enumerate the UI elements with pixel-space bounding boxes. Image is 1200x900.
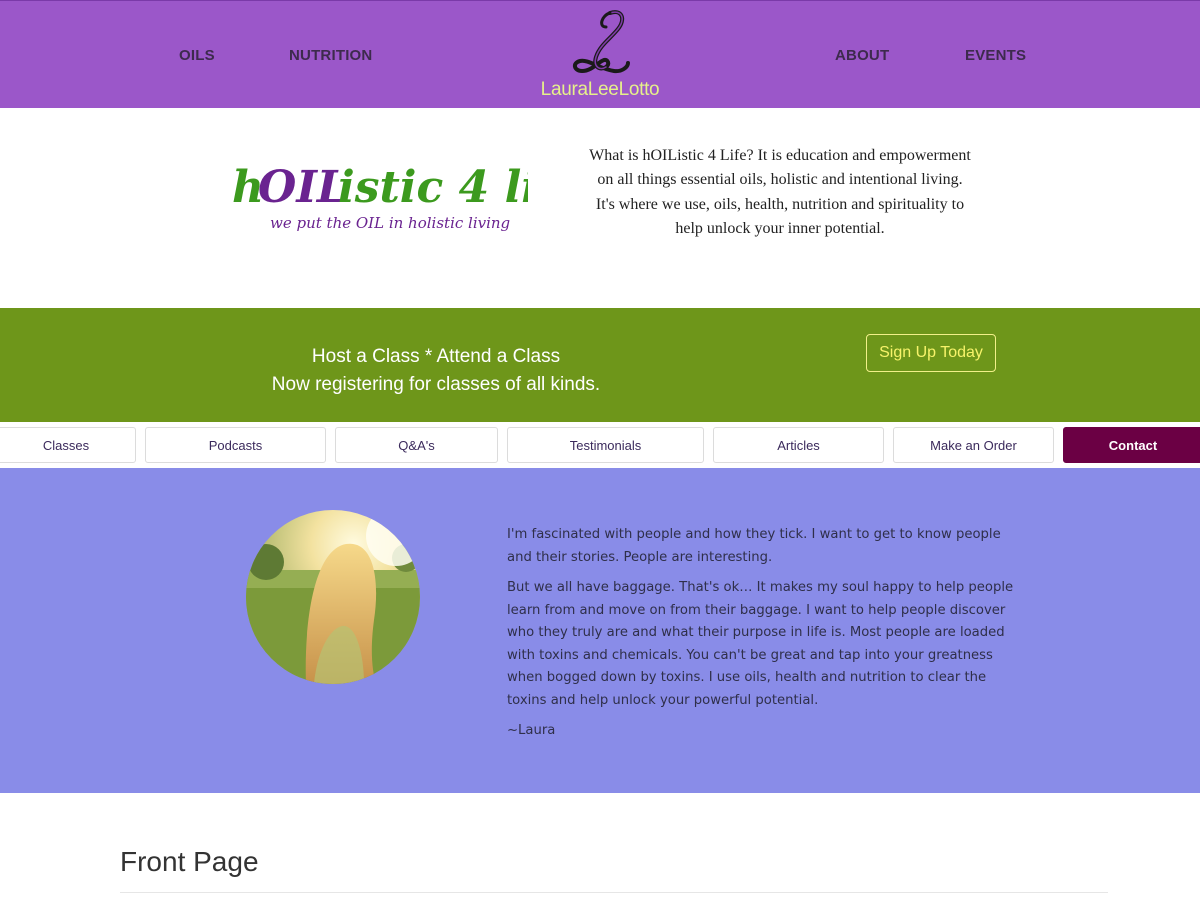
- tab-classes[interactable]: Classes: [0, 427, 136, 463]
- front-page-title: Front Page: [120, 846, 259, 877]
- nav-nutrition[interactable]: NUTRITION: [289, 47, 372, 64]
- about-paragraph-2: But we all have baggage. That's ok… It m…: [507, 580, 1014, 708]
- about-section: I'm fascinated with people and how they …: [0, 468, 1200, 793]
- intro-section: h OIL istic 4 life we put the OIL in hol…: [0, 108, 1200, 308]
- tab-qas[interactable]: Q&A's: [335, 427, 498, 463]
- tab-contact[interactable]: Contact: [1063, 427, 1200, 463]
- about-text: I'm fascinated with people and how they …: [507, 524, 1017, 751]
- about-paragraph-1: I'm fascinated with people and how they …: [507, 527, 1001, 565]
- intro-description: What is hOIListic 4 Life? It is educatio…: [589, 147, 971, 238]
- promo-banner: Host a Class * Attend a Class Now regist…: [0, 308, 1200, 422]
- site-logo-text[interactable]: LauraLeeLotto: [520, 79, 680, 101]
- tab-make-an-order[interactable]: Make an Order: [893, 427, 1054, 463]
- about-signature: ~Laura: [507, 723, 556, 738]
- sign-up-button[interactable]: Sign Up Today: [866, 334, 996, 372]
- svg-text:istic 4 life: istic 4 life: [338, 162, 528, 213]
- profile-photo: [246, 510, 420, 684]
- logo-l-icon[interactable]: [566, 5, 636, 81]
- svg-text:we put the OIL in holistic liv: we put the OIL in holistic living: [270, 214, 510, 232]
- promo-text: Host a Class * Attend a Class Now regist…: [220, 343, 652, 399]
- svg-text:OIL: OIL: [258, 162, 348, 213]
- nav-oils[interactable]: OILS: [179, 47, 215, 64]
- tab-articles[interactable]: Articles: [713, 427, 884, 463]
- promo-line-1: Host a Class * Attend a Class: [311, 346, 561, 367]
- nav-about[interactable]: ABOUT: [835, 47, 889, 64]
- tab-podcasts[interactable]: Podcasts: [145, 427, 326, 463]
- site-header: OILS NUTRITION LauraLeeLotto ABOUT EVENT…: [0, 0, 1200, 108]
- section-tabs: Classes Podcasts Q&A's Testimonials Arti…: [0, 422, 1200, 468]
- title-divider: [120, 892, 1108, 893]
- tab-testimonials[interactable]: Testimonials: [507, 427, 704, 463]
- holistic-4-life-logo: h OIL istic 4 life we put the OIL in hol…: [232, 162, 528, 232]
- promo-line-2: Now registering for classes of all kinds…: [271, 374, 601, 395]
- nav-events[interactable]: EVENTS: [965, 47, 1026, 64]
